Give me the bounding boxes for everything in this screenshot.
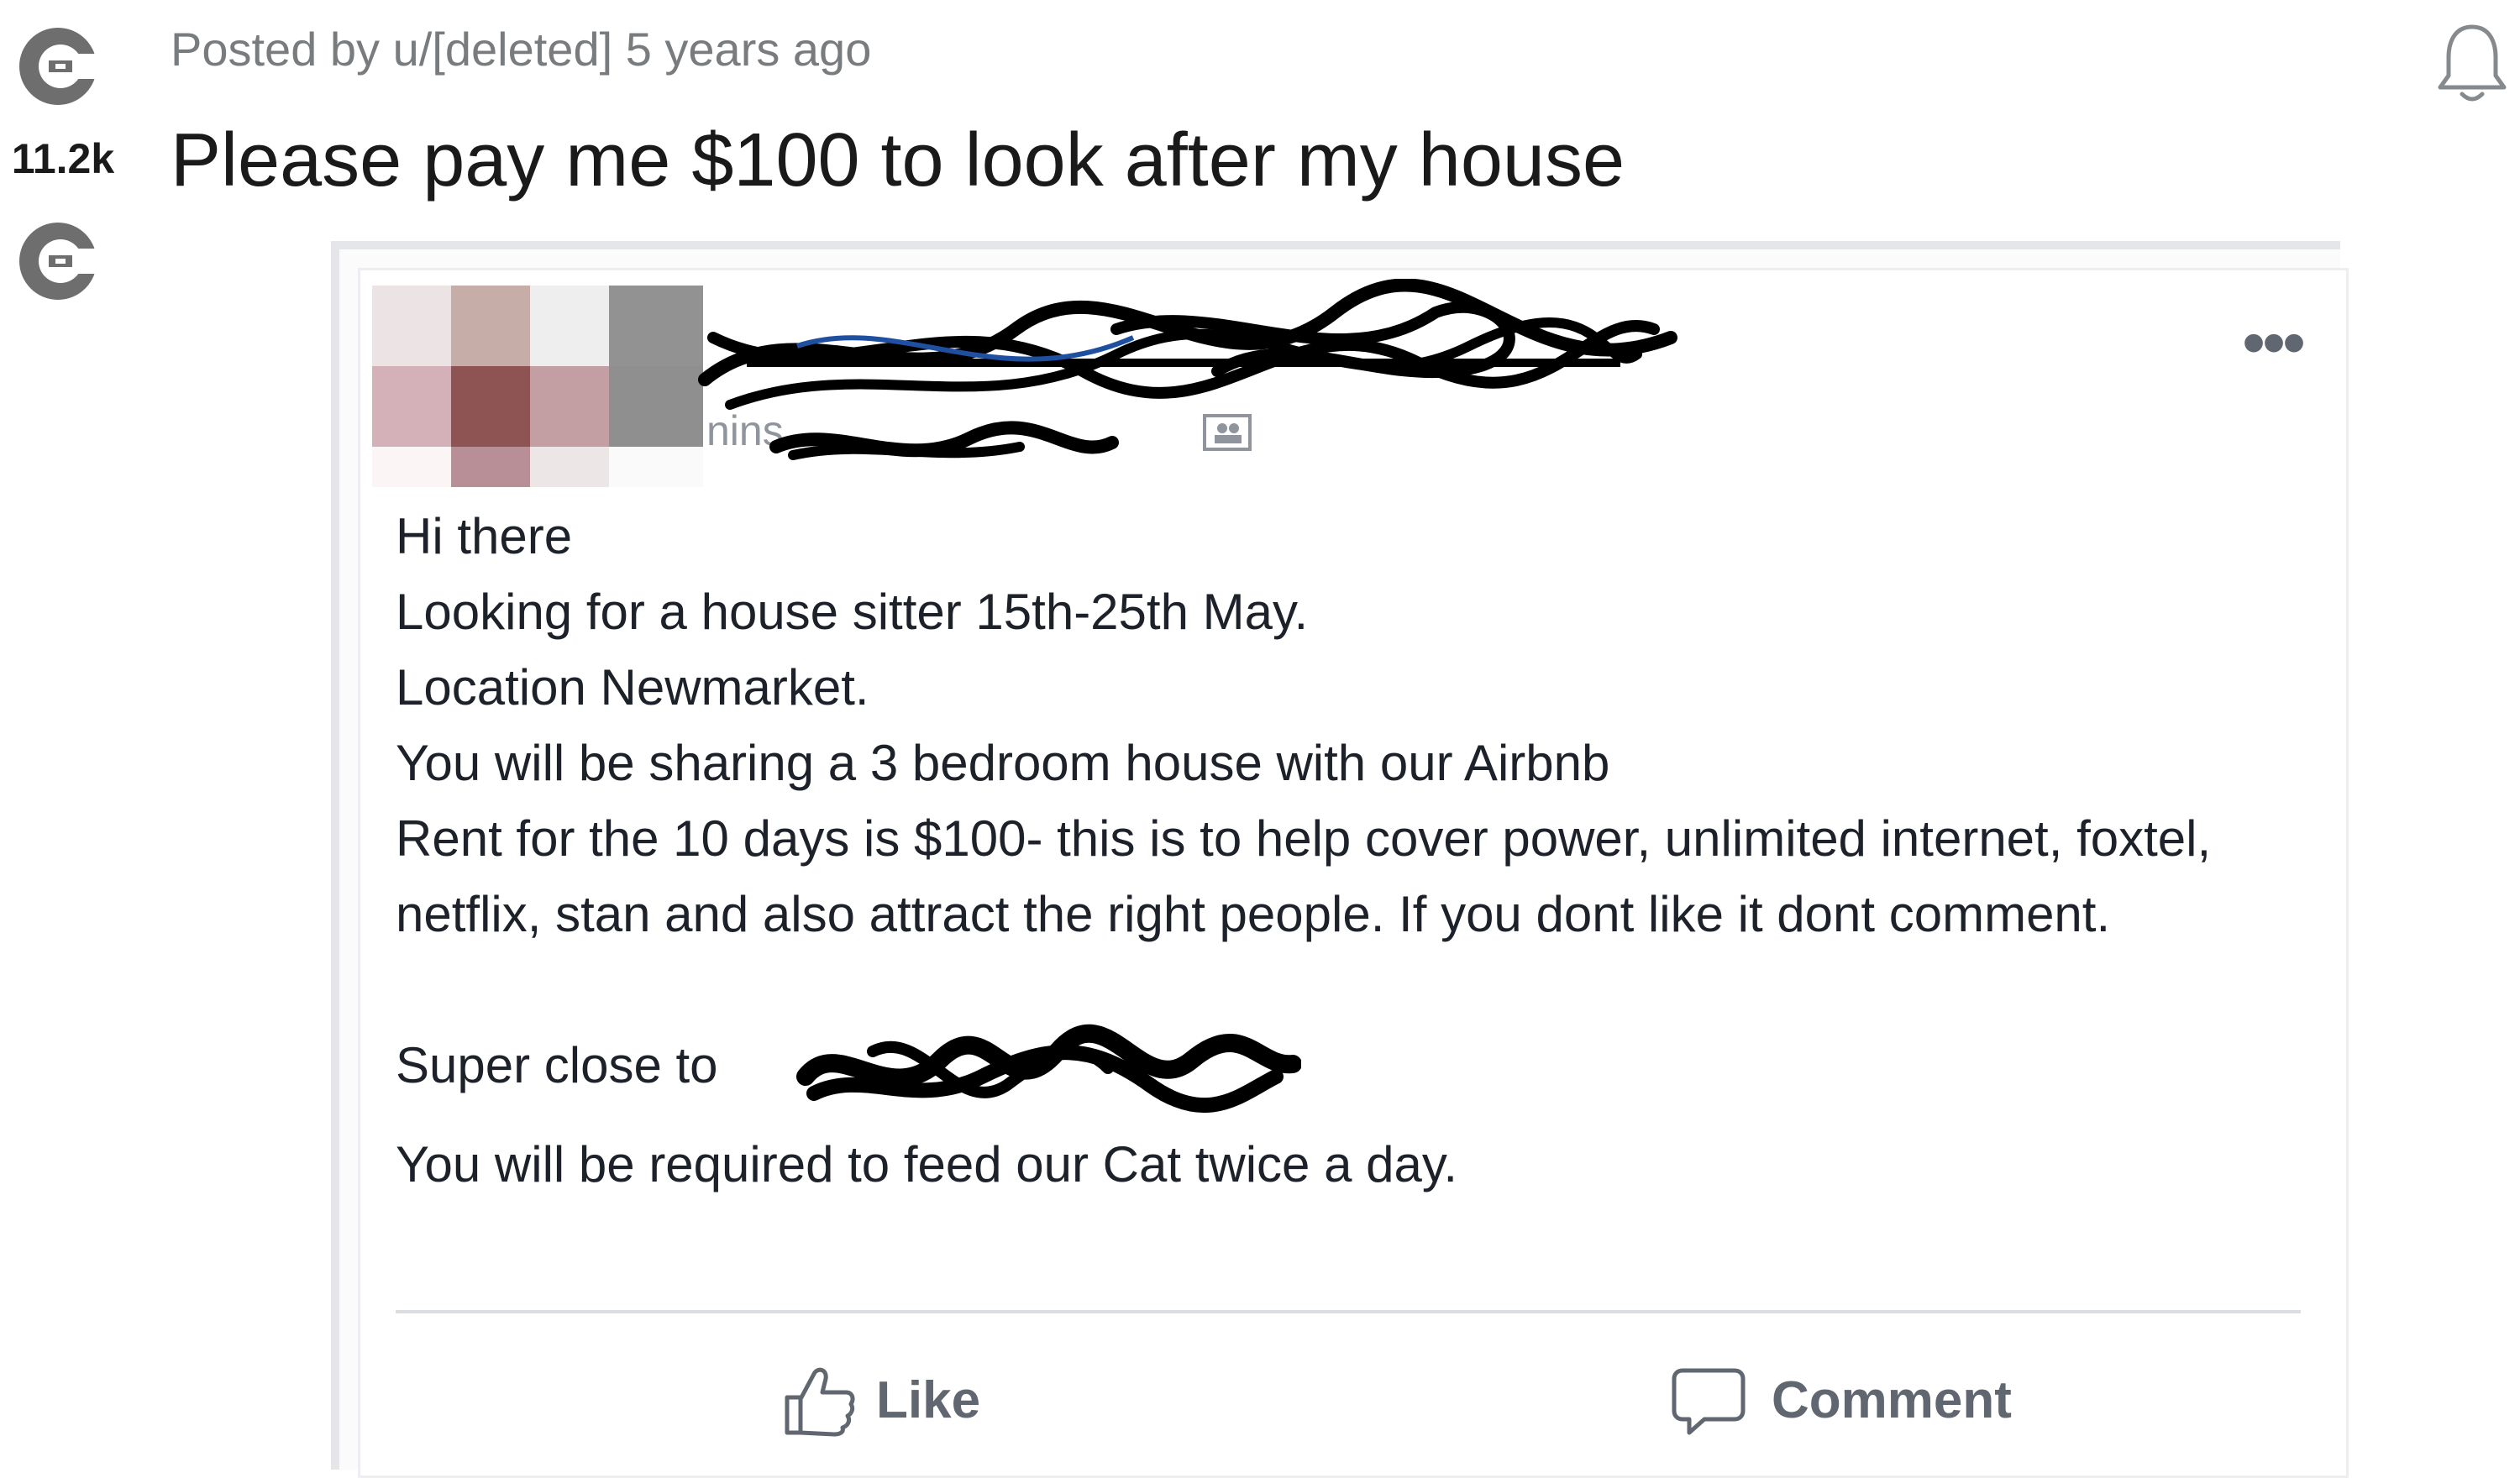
post-image[interactable]: nins ••• Hi there Looking for a house si… (331, 241, 2349, 1478)
more-options-icon[interactable]: ••• (2242, 304, 2306, 381)
post-body-line: Hi there (396, 508, 573, 564)
bell-icon[interactable] (2430, 17, 2514, 109)
redaction-scribble (768, 396, 1121, 489)
pixelated-avatar (372, 286, 703, 487)
post-body-line: Location Newmarket. (396, 659, 869, 715)
post-body-line: Looking for a house sitter 15th-25th May… (396, 584, 1309, 640)
post-body-line: Rent for the 10 days is $100- this is to… (396, 810, 2212, 942)
thumbs-up-icon (780, 1362, 856, 1438)
vote-score: 11.2k (11, 135, 115, 182)
upvote-icon[interactable] (12, 20, 104, 113)
post-meta: Posted by u/[deleted] 5 years ago (171, 23, 872, 76)
like-button[interactable]: Like (780, 1354, 980, 1446)
divider (396, 1310, 2301, 1313)
comment-button[interactable]: Comment (1671, 1354, 2012, 1446)
facebook-post: nins ••• Hi there Looking for a house si… (358, 268, 2349, 1478)
audience-icon (1202, 413, 1252, 452)
like-label: Like (876, 1371, 981, 1429)
comment-label: Comment (1772, 1371, 2012, 1429)
comment-icon (1671, 1362, 1746, 1438)
post-body-line: You will be sharing a 3 bedroom house wi… (396, 735, 1610, 791)
post-title[interactable]: Please pay me $100 to look after my hous… (171, 118, 1625, 204)
redaction-scribble (789, 1018, 1301, 1127)
post-body-line: You will be required to feed our Cat twi… (396, 1136, 1458, 1192)
downvote-icon[interactable] (12, 215, 104, 307)
post-body-line: Super close to (396, 1037, 718, 1093)
